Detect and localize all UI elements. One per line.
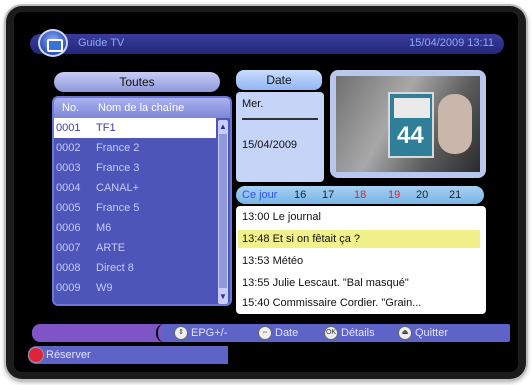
full-date: 15/04/2009	[242, 139, 298, 151]
scroll-thumb[interactable]	[219, 134, 227, 288]
current-datetime: 15/04/2009 13:11	[409, 37, 494, 49]
day-17[interactable]: 17	[322, 186, 334, 204]
day-21[interactable]: 21	[449, 186, 461, 204]
channel-number: 0006	[56, 222, 81, 234]
left-right-icon: ⇔	[258, 326, 272, 341]
channel-number: 0002	[56, 142, 81, 154]
scroll-up-icon[interactable]: ▲	[218, 122, 228, 132]
day-name: Mer.	[242, 98, 264, 110]
day-18[interactable]: 18	[354, 186, 366, 204]
program-item[interactable]: 13:53 Météo	[242, 252, 303, 270]
channel-name: France 5	[96, 202, 140, 214]
preview-channel-number: 44	[397, 122, 424, 149]
program-list[interactable]: 13:00 Le journal 13:48 Et si on fêtait ç…	[236, 206, 486, 314]
channel-category[interactable]: Toutes	[54, 72, 220, 92]
day-19[interactable]: 19	[388, 186, 400, 204]
hint-epg[interactable]: ⇕ EPG+/-	[174, 324, 227, 342]
channel-list[interactable]: No. Nom de la chaîne 0001 TF1 0002 France 2…	[52, 96, 232, 306]
channel-name: France 2	[96, 142, 140, 154]
program-item[interactable]: 13:55 Julie Lescaut. "Bal masqué"	[242, 274, 409, 292]
page-title: Guide TV	[78, 37, 125, 49]
channel-row[interactable]: 0003 France 3	[54, 158, 230, 178]
channel-row[interactable]: 0007 ARTE	[54, 238, 230, 258]
day-today[interactable]: Ce jour	[242, 186, 277, 204]
preview-hand	[438, 94, 472, 154]
day-16[interactable]: 16	[294, 186, 306, 204]
date-tab[interactable]: Date	[236, 70, 322, 90]
red-button-icon	[28, 347, 44, 363]
channel-list-header: No. Nom de la chaîne	[54, 98, 230, 118]
hint-details[interactable]: OK Détails	[324, 324, 375, 342]
program-item[interactable]: 13:00 Le journal	[242, 208, 321, 226]
ok-icon: OK	[324, 326, 338, 341]
date-divider	[242, 118, 318, 120]
hint-date[interactable]: ⇔ Date	[258, 324, 298, 342]
channel-row[interactable]: 0009 W9	[54, 278, 230, 298]
hint-bar: ⇕ EPG+/- ⇔ Date OK Détails ⏏ Quitter	[32, 324, 510, 342]
channel-name: W9	[96, 282, 113, 294]
channel-row[interactable]: 0004 CANAL+	[54, 178, 230, 198]
channel-number: 0007	[56, 242, 81, 254]
channel-number: 0009	[56, 282, 81, 294]
channel-number: 0001	[56, 122, 81, 134]
day-selector[interactable]: Ce jour 16 17 18 19 20 21	[236, 186, 484, 204]
channel-row[interactable]: 0005 France 5	[54, 198, 230, 218]
exit-icon: ⏏	[398, 326, 412, 341]
date-box: Mer. 15/04/2009	[236, 92, 324, 182]
channel-row[interactable]: 0002 France 2	[54, 138, 230, 158]
channel-row[interactable]: 0008 Direct 8	[54, 258, 230, 278]
channel-scrollbar[interactable]: ▲ ▼	[218, 120, 228, 304]
channel-name: France 3	[96, 162, 140, 174]
channel-row[interactable]: 0001 TF1	[54, 118, 216, 138]
channel-number: 0003	[56, 162, 81, 174]
column-name: Nom de la chaîne	[98, 102, 185, 114]
channel-name: CANAL+	[96, 182, 140, 194]
channel-row[interactable]: 0006 M6	[54, 218, 230, 238]
channel-name: Direct 8	[96, 262, 134, 274]
channel-number: 0004	[56, 182, 81, 194]
channel-name: TF1	[96, 122, 116, 134]
preview-image: 44	[336, 76, 480, 172]
reserve-button[interactable]: Réserver	[28, 346, 228, 364]
up-down-icon: ⇕	[174, 326, 188, 341]
program-item[interactable]: 15:40 Commissaire Cordier. "Grain...	[242, 294, 421, 312]
scroll-down-icon[interactable]: ▼	[218, 292, 228, 302]
preview-sign: 44	[388, 92, 434, 158]
column-no: No.	[62, 102, 80, 114]
tv-icon	[38, 29, 68, 57]
channel-number: 0005	[56, 202, 81, 214]
channel-name: ARTE	[96, 242, 126, 254]
hint-quit[interactable]: ⏏ Quitter	[398, 324, 448, 342]
channel-name: M6	[96, 222, 112, 234]
program-item-selected[interactable]: 13:48 Et si on fêtait ça ?	[238, 230, 480, 248]
channel-number: 0008	[56, 262, 81, 274]
header-bar: Guide TV 15/04/2009 13:11	[30, 29, 504, 57]
day-20[interactable]: 20	[416, 186, 428, 204]
video-preview: 44	[330, 70, 486, 178]
